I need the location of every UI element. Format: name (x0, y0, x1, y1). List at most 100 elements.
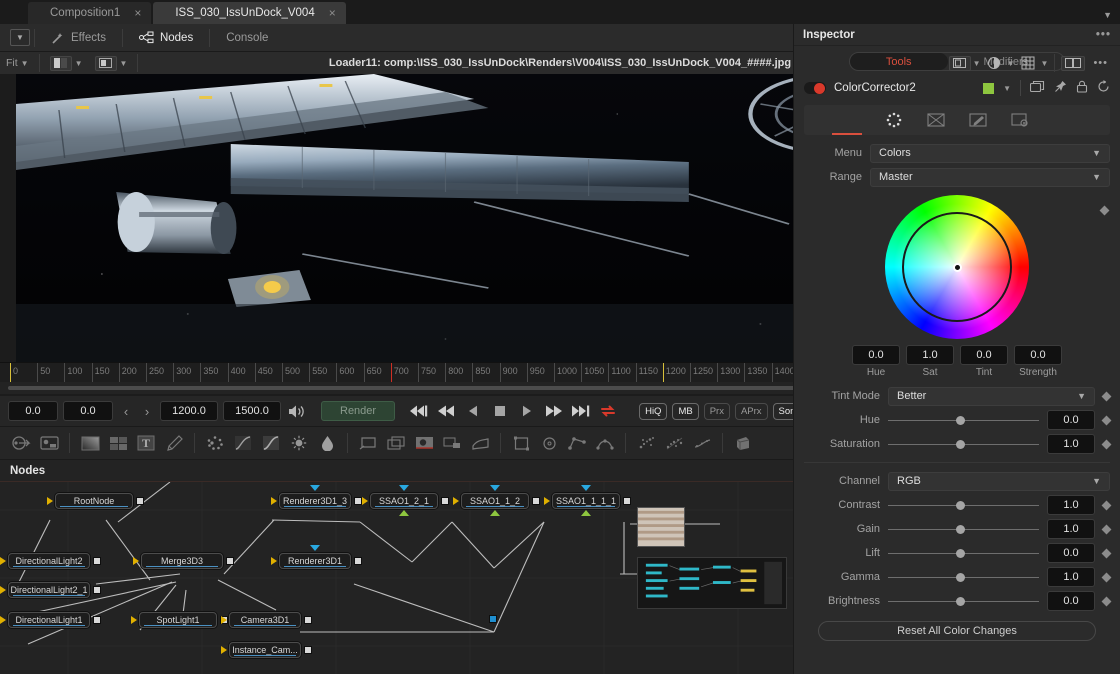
tab-tools[interactable]: Tools (850, 53, 948, 70)
keyframe-diamond-icon[interactable] (1102, 572, 1112, 582)
menu-item-console[interactable]: Console (214, 24, 280, 52)
render-start-field[interactable]: 0.0 (63, 401, 113, 421)
node-output-port[interactable] (93, 616, 101, 624)
node-input-port[interactable] (271, 557, 277, 565)
keyframe-diamond-icon[interactable] (1102, 548, 1112, 558)
tab-composition1[interactable]: Composition1 × (28, 2, 151, 24)
brightness-slider[interactable] (888, 594, 1039, 608)
node-input-port[interactable] (47, 497, 53, 505)
3d-shape-icon[interactable] (730, 431, 756, 455)
color-wheel[interactable] (885, 195, 1029, 339)
node-directionallight2-1[interactable]: DirectionalLight2_1 (8, 582, 90, 598)
step-back-button[interactable] (462, 400, 484, 422)
node-ssao1-2-1[interactable]: SSAO1_2_1 (370, 493, 438, 509)
particle-directional-force-icon[interactable] (689, 431, 715, 455)
saturation-slider[interactable] (888, 437, 1039, 451)
hue-slider[interactable] (888, 413, 1039, 427)
node-input-port[interactable] (133, 557, 139, 565)
resize-icon[interactable] (411, 431, 437, 455)
node-ssao1-1-1-1[interactable]: SSAO1_1_1_1 (552, 493, 620, 509)
node-input-port[interactable] (453, 497, 459, 505)
viewer-fit-control[interactable]: Fit ▼ (0, 52, 35, 74)
prx-toggle[interactable]: Prx (704, 403, 730, 420)
reset-all-color-changes-button[interactable]: Reset All Color Changes (818, 621, 1096, 641)
lift-slider[interactable] (888, 546, 1039, 560)
contrast-slider[interactable] (888, 498, 1039, 512)
keyframe-diamond-icon[interactable] (1102, 524, 1112, 534)
prev-keyframe-button[interactable]: ‹ (118, 404, 134, 419)
ruler-start-marker[interactable] (10, 363, 11, 382)
node-bottom-port[interactable] (399, 510, 409, 516)
viewer-subview-icon[interactable] (949, 56, 971, 71)
chevron-down-icon[interactable]: ▼ (21, 59, 29, 68)
node-renderer3d1[interactable]: Renderer3D1 (279, 553, 351, 569)
keyframe-diamond-icon[interactable] (1102, 439, 1112, 449)
transform-icon[interactable] (355, 431, 381, 455)
particle-emitter-icon[interactable] (633, 431, 659, 455)
rectangle-mask-icon[interactable] (508, 431, 534, 455)
keyframe-diamond-icon[interactable] (1102, 391, 1112, 401)
viewer-channel-control[interactable]: ▼ (44, 52, 89, 74)
node-output-port[interactable] (93, 557, 101, 565)
sat-value[interactable]: 1.0 (906, 345, 954, 365)
ellipse-mask-icon[interactable] (536, 431, 562, 455)
node-input-port[interactable] (271, 497, 277, 505)
keyframe-diamond-icon[interactable] (1102, 500, 1112, 510)
node-top-port[interactable] (399, 485, 409, 491)
node-merge3d3[interactable]: Merge3D3 (141, 553, 223, 569)
node-input-port[interactable] (544, 497, 550, 505)
blur-icon[interactable] (202, 431, 228, 455)
keyframe-diamond-icon[interactable] (1100, 206, 1110, 216)
keyframe-diamond-icon[interactable] (1102, 596, 1112, 606)
node-top-port[interactable] (581, 485, 591, 491)
first-frame-button[interactable] (408, 400, 430, 422)
selected-node-port[interactable] (489, 615, 497, 623)
strength-value[interactable]: 0.0 (1014, 345, 1062, 365)
menu-item-effects[interactable]: Effects (39, 24, 118, 52)
node-input-port[interactable] (0, 557, 6, 565)
saturation-slider-value[interactable]: 1.0 (1047, 434, 1095, 454)
crop-icon[interactable] (383, 431, 409, 455)
reset-icon[interactable] (1097, 80, 1110, 96)
chevron-down-icon[interactable]: ▼ (1003, 84, 1011, 93)
node-directionallight2[interactable]: DirectionalLight2 (8, 553, 90, 569)
saver-icon[interactable] (36, 431, 62, 455)
node-output-port[interactable] (354, 557, 362, 565)
node-rootnode[interactable]: RootNode (55, 493, 133, 509)
panel-menu-button[interactable]: ▼ (10, 29, 30, 46)
node-top-port[interactable] (310, 485, 320, 491)
lock-icon[interactable] (1076, 80, 1088, 96)
fast-forward-button[interactable] (543, 400, 565, 422)
chevron-down-icon[interactable]: ▼ (1041, 59, 1049, 68)
chevron-down-icon[interactable]: ▼ (120, 59, 128, 68)
node-spotlight1[interactable]: SpotLight1 (139, 612, 217, 628)
channel-dropdown[interactable]: RGB ▼ (888, 472, 1110, 491)
color-icon[interactable] (883, 112, 905, 128)
grid-icon[interactable] (1017, 56, 1039, 71)
lift-slider-value[interactable]: 0.0 (1047, 543, 1095, 563)
colorgain-icon[interactable] (314, 431, 340, 455)
node-instance-cam[interactable]: Instance_Cam... (229, 642, 301, 658)
rewind-button[interactable] (435, 400, 457, 422)
brightness-icon[interactable] (286, 431, 312, 455)
chevron-down-icon[interactable]: ▼ (973, 59, 981, 68)
keyframe-diamond-icon[interactable] (1102, 415, 1112, 425)
node-renderer3d1-3[interactable]: Renderer3D1_3 (279, 493, 351, 509)
contrast-slider-value[interactable]: 1.0 (1047, 495, 1095, 515)
paint-icon[interactable] (161, 431, 187, 455)
node-directionallight1[interactable]: DirectionalLight1 (8, 612, 90, 628)
node-output-port[interactable] (623, 497, 631, 505)
edit-icon[interactable] (967, 113, 989, 127)
duplicate-icon[interactable] (1030, 80, 1045, 96)
tool-color-swatch[interactable] (983, 83, 994, 94)
node-input-port[interactable] (0, 616, 6, 624)
polygon-mask-icon[interactable] (564, 431, 590, 455)
loader-icon[interactable] (8, 431, 34, 455)
hue-value[interactable]: 0.0 (852, 345, 900, 365)
hue-slider-value[interactable]: 0.0 (1047, 410, 1095, 430)
mb-toggle[interactable]: MB (672, 403, 698, 420)
node-output-port[interactable] (136, 497, 144, 505)
node-top-port[interactable] (310, 545, 320, 551)
colorcurves-icon[interactable] (230, 431, 256, 455)
node-bottom-port[interactable] (581, 510, 591, 516)
